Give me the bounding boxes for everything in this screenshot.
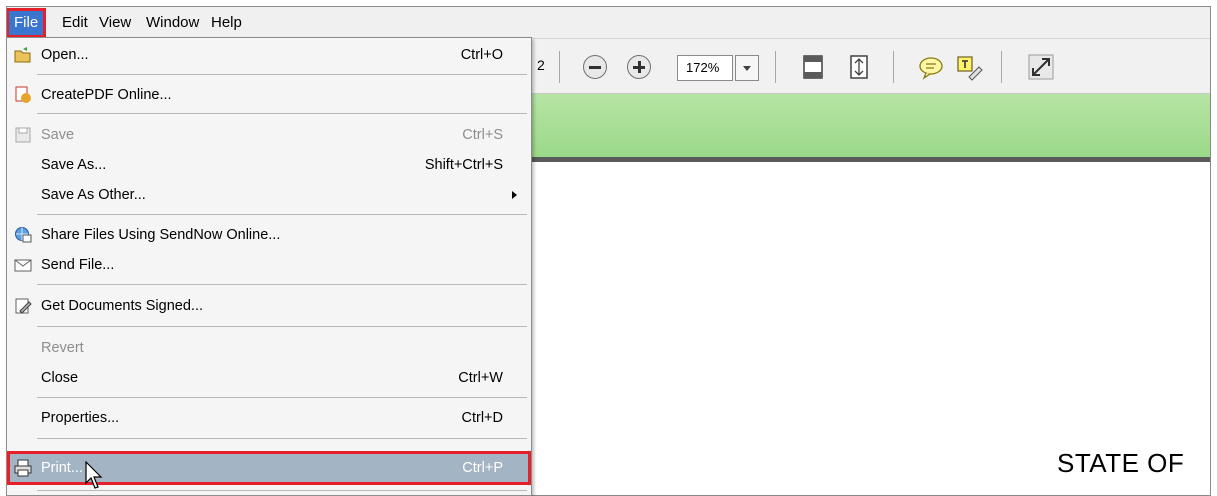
menu-file[interactable]: File — [7, 8, 47, 38]
menu-item-createpdf-online[interactable]: CreatePDF Online... — [7, 80, 531, 110]
menu-item-open[interactable]: Open... Ctrl+O — [7, 40, 531, 70]
envelope-icon — [14, 259, 32, 272]
menu-item-label: Properties... — [41, 410, 120, 426]
menu-item-label: CreatePDF Online... — [41, 87, 172, 103]
fit-page-icon[interactable] — [799, 53, 827, 81]
menu-bar: File Edit View Window Help — [7, 7, 1210, 39]
menu-separator — [37, 490, 527, 491]
submenu-arrow-icon — [512, 191, 517, 199]
menu-item-label: Print... — [41, 460, 83, 476]
fullscreen-icon[interactable] — [1027, 53, 1055, 81]
createpdf-icon — [15, 86, 31, 103]
menu-item-shortcut: Ctrl+S — [462, 127, 503, 143]
menu-separator — [37, 438, 527, 439]
sign-icon — [15, 298, 32, 314]
mouse-cursor-icon — [85, 461, 103, 489]
menu-item-label: Open... — [41, 47, 89, 63]
menu-separator — [37, 284, 527, 285]
menu-item-label: Get Documents Signed... — [41, 298, 203, 314]
menu-separator — [37, 74, 527, 75]
menu-item-properties[interactable]: Properties... Ctrl+D — [7, 403, 531, 433]
menu-item-close[interactable]: Close Ctrl+W — [7, 363, 531, 393]
menu-separator — [37, 113, 527, 114]
menu-item-send-file[interactable]: Send File... — [7, 250, 531, 280]
page-number-fragment: 2 — [537, 57, 545, 73]
menu-item-revert[interactable]: Revert — [7, 333, 531, 363]
save-icon — [15, 127, 31, 143]
open-folder-icon — [14, 47, 31, 63]
menu-item-shortcut: Ctrl+O — [460, 47, 503, 63]
menu-item-shortcut: Ctrl+W — [458, 370, 503, 386]
menu-item-save-as-other[interactable]: Save As Other... — [7, 180, 531, 210]
document-title-text: STATE OF — [1057, 448, 1185, 478]
fit-width-icon[interactable] — [845, 53, 873, 81]
menu-item-share-files[interactable]: Share Files Using SendNow Online... — [7, 220, 531, 250]
menu-separator — [37, 397, 527, 398]
zoom-in-icon[interactable] — [627, 55, 651, 79]
menu-item-save[interactable]: Save Ctrl+S — [7, 120, 531, 150]
menu-item-get-documents-signed[interactable]: Get Documents Signed... — [7, 291, 531, 321]
zoom-out-icon[interactable] — [583, 55, 607, 79]
toolbar-separator — [559, 51, 560, 83]
menu-edit[interactable]: Edit — [58, 12, 92, 34]
menu-item-label: Save As Other... — [41, 187, 146, 203]
file-menu: Open... Ctrl+O CreatePDF Online... Save … — [6, 37, 532, 496]
menu-window[interactable]: Window — [142, 12, 203, 34]
toolbar-separator — [1001, 51, 1002, 83]
toolbar-separator — [775, 51, 776, 83]
menu-help[interactable]: Help — [207, 12, 246, 34]
menu-item-label: Send File... — [41, 257, 115, 273]
menu-item-label: Revert — [41, 340, 84, 356]
share-globe-icon — [15, 227, 32, 243]
menu-item-save-as[interactable]: Save As... Shift+Ctrl+S — [7, 150, 531, 180]
printer-icon — [14, 459, 32, 477]
menu-separator — [37, 214, 527, 215]
highlight-text-icon[interactable] — [955, 53, 983, 81]
zoom-input[interactable]: 172% — [677, 55, 733, 81]
menu-item-label: Share Files Using SendNow Online... — [41, 227, 281, 243]
toolbar-separator — [893, 51, 894, 83]
menu-item-shortcut: Ctrl+D — [461, 410, 504, 426]
menu-view[interactable]: View — [95, 12, 135, 34]
menu-item-shortcut: Ctrl+P — [462, 460, 503, 476]
menu-item-label: Save — [41, 127, 75, 143]
menu-separator — [37, 326, 527, 327]
zoom-dropdown-icon[interactable] — [735, 55, 759, 81]
menu-item-label: Save As... — [41, 157, 107, 173]
menu-item-label: Close — [41, 370, 79, 386]
menu-item-shortcut: Shift+Ctrl+S — [424, 157, 503, 173]
comment-icon[interactable] — [917, 53, 945, 81]
